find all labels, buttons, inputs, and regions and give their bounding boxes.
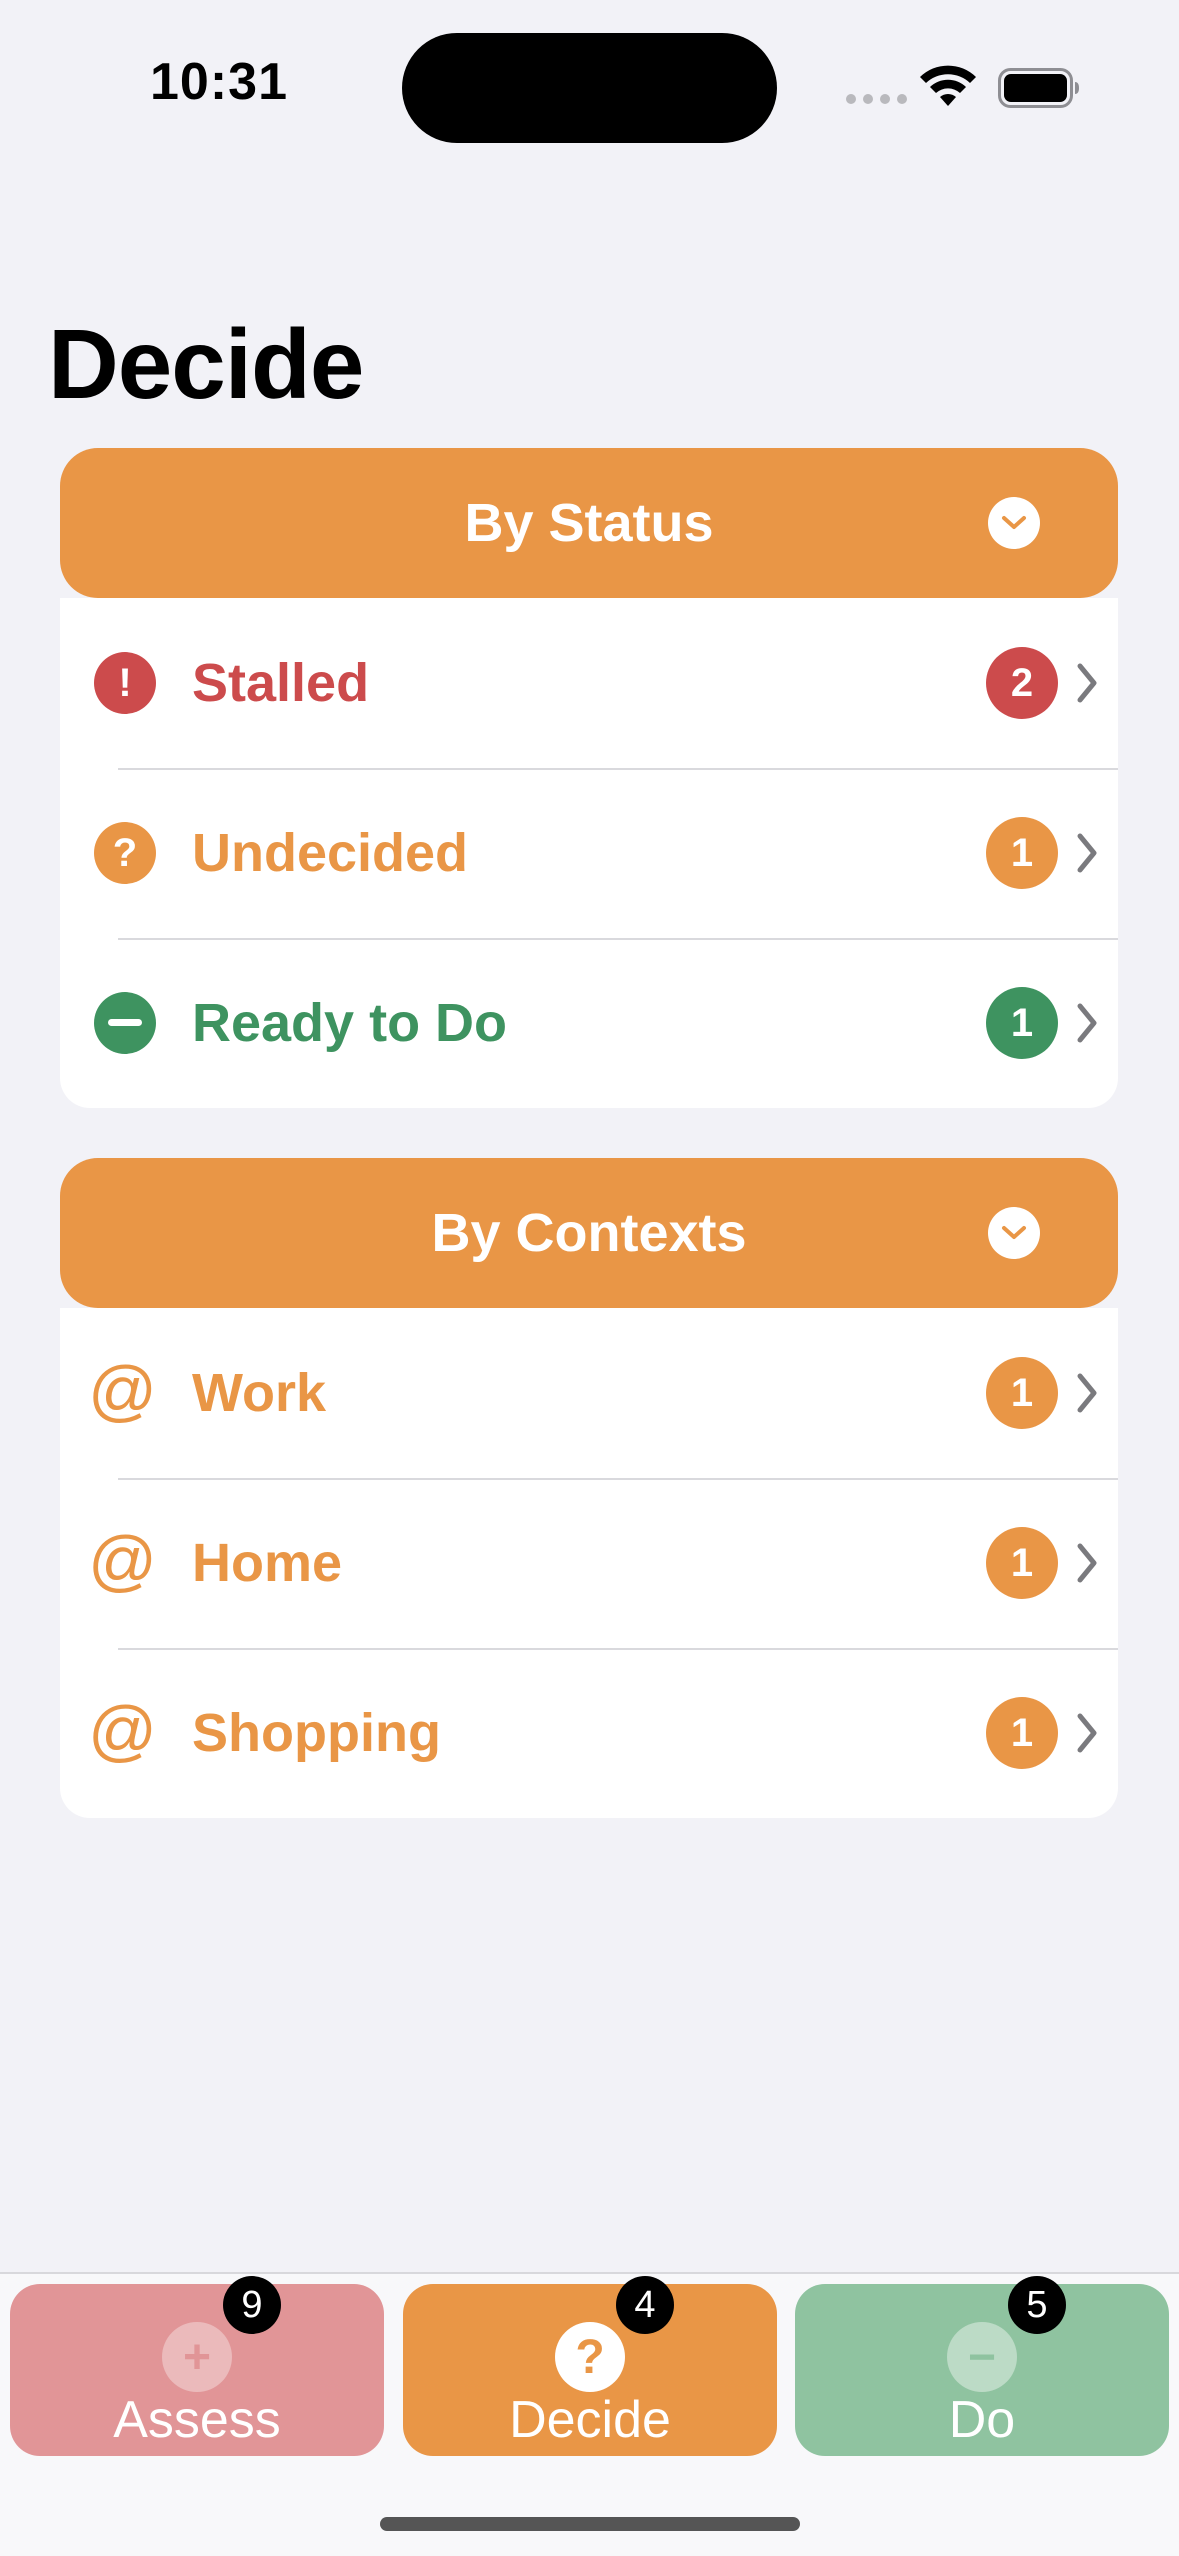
count-badge: 1 — [986, 1357, 1058, 1429]
chevron-right-icon — [1077, 1543, 1097, 1583]
status-time: 10:31 — [150, 53, 288, 111]
list-item-work[interactable]: @ Work 1 — [60, 1308, 1118, 1478]
chevron-right-icon — [1077, 1713, 1097, 1753]
row-label: Ready to Do — [192, 993, 508, 1053]
count-badge: 1 — [986, 1697, 1058, 1769]
tab-label: Assess — [113, 2391, 281, 2449]
chevron-right-icon — [1077, 1373, 1097, 1413]
row-label: Work — [192, 1363, 327, 1423]
status-list: ! Stalled 2 ? Undecided 1 Ready to Do 1 — [60, 598, 1118, 1108]
list-item-stalled[interactable]: ! Stalled 2 — [60, 598, 1118, 768]
minus-icon: − — [947, 2322, 1017, 2392]
count-badge: 1 — [986, 1527, 1058, 1599]
tab-badge: 4 — [616, 2276, 674, 2334]
section-header-by-status[interactable]: By Status — [60, 448, 1118, 598]
cellular-signal-icon — [846, 94, 907, 104]
list-item-home[interactable]: @ Home 1 — [60, 1478, 1118, 1648]
section-header-label: By Status — [464, 493, 714, 553]
at-icon: @ — [88, 1352, 158, 1429]
tab-assess[interactable]: + Assess 9 — [10, 2276, 384, 2456]
tab-decide[interactable]: ? Decide 4 — [403, 2276, 777, 2456]
count-badge: 1 — [986, 987, 1058, 1059]
contexts-list: @ Work 1 @ Home 1 @ Shopping 1 — [60, 1308, 1118, 1818]
row-label: Shopping — [192, 1703, 441, 1763]
at-icon: @ — [88, 1522, 158, 1599]
tab-label: Do — [948, 2391, 1016, 2449]
list-item-shopping[interactable]: @ Shopping 1 — [60, 1648, 1118, 1818]
chevron-right-icon — [1077, 1003, 1097, 1043]
count-badge: 2 — [986, 647, 1058, 719]
section-header-label: By Contexts — [431, 1203, 747, 1263]
tab-label: Decide — [509, 2391, 671, 2449]
chevron-right-icon — [1077, 663, 1097, 703]
list-item-ready-to-do[interactable]: Ready to Do 1 — [60, 938, 1118, 1108]
tab-do[interactable]: − Do 5 — [795, 2276, 1169, 2456]
wifi-icon — [920, 65, 976, 106]
minus-icon — [94, 992, 156, 1054]
row-label: Home — [192, 1533, 343, 1593]
count-badge: 1 — [986, 817, 1058, 889]
screen: 10:31 Decide By Status ! Stalled 2 ? Und… — [0, 0, 1179, 2556]
list-item-undecided[interactable]: ? Undecided 1 — [60, 768, 1118, 938]
section-header-by-contexts[interactable]: By Contexts — [60, 1158, 1118, 1308]
chevron-down-icon[interactable] — [988, 497, 1040, 549]
tab-badge: 5 — [1008, 2276, 1066, 2334]
battery-icon — [998, 68, 1079, 108]
question-icon: ? — [94, 822, 156, 884]
chevron-right-icon — [1077, 833, 1097, 873]
plus-icon: + — [162, 2322, 232, 2392]
tab-badge: 9 — [223, 2276, 281, 2334]
page-title: Decide — [48, 309, 364, 419]
question-icon: ? — [555, 2322, 625, 2392]
at-icon: @ — [88, 1692, 158, 1769]
chevron-down-icon[interactable] — [988, 1207, 1040, 1259]
row-label: Undecided — [192, 823, 469, 883]
row-label: Stalled — [192, 653, 370, 713]
home-indicator[interactable] — [380, 2517, 800, 2531]
dynamic-island — [402, 33, 777, 143]
exclamation-icon: ! — [94, 652, 156, 714]
